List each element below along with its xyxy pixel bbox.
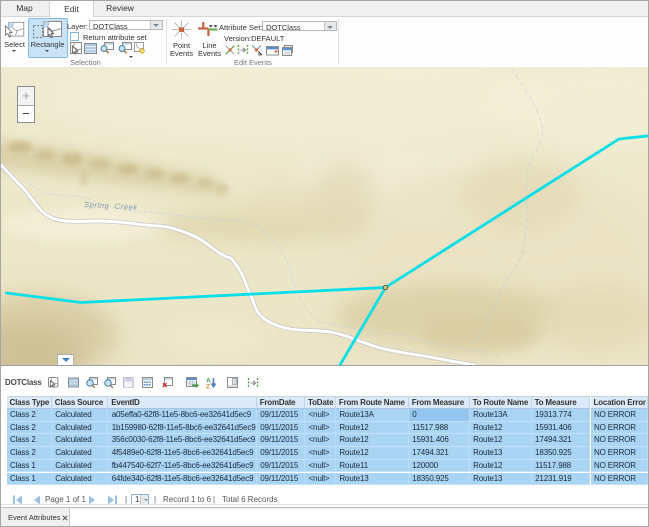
svg-text:Z: Z <box>206 384 210 390</box>
